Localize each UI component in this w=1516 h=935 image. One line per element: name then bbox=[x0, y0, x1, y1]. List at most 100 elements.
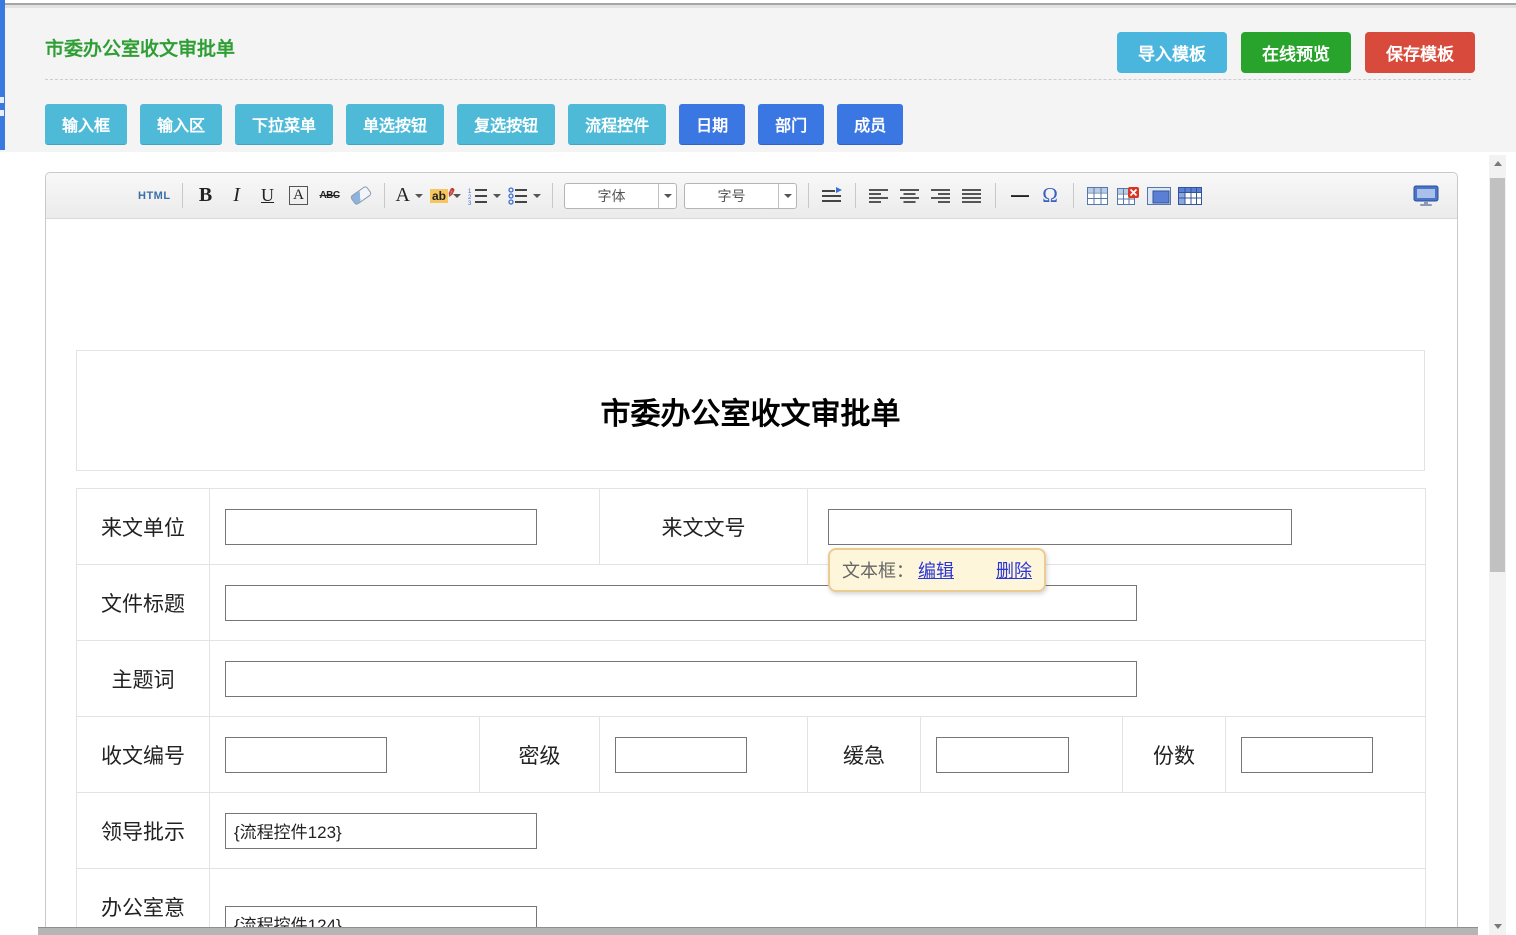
table-cell-icon bbox=[1147, 187, 1171, 205]
bottom-gray-bar bbox=[38, 927, 1478, 935]
table-grid-icon bbox=[1178, 187, 1202, 205]
add-input-box-button[interactable]: 输入框 bbox=[45, 104, 127, 145]
import-template-button[interactable]: 导入模板 bbox=[1117, 32, 1227, 73]
secrecy-input[interactable] bbox=[615, 737, 747, 773]
header-actions: 导入模板 在线预览 保存模板 bbox=[1117, 32, 1475, 73]
add-checkbox-button[interactable]: 复选按钮 bbox=[457, 104, 555, 145]
delete-table-button[interactable] bbox=[1116, 181, 1140, 211]
delete-field-link[interactable]: 删除 bbox=[996, 557, 1032, 583]
special-char-button[interactable]: Ω bbox=[1038, 181, 1062, 211]
online-preview-button[interactable]: 在线预览 bbox=[1241, 32, 1351, 73]
scrollbar-thumb[interactable] bbox=[1490, 178, 1505, 572]
left-edge-mark bbox=[0, 97, 4, 103]
insert-table-button[interactable] bbox=[1085, 181, 1109, 211]
label-urgency: 缓急 bbox=[808, 717, 921, 793]
unordered-list-icon bbox=[508, 187, 528, 205]
align-justify-button[interactable] bbox=[960, 181, 984, 211]
toolbar-separator bbox=[552, 183, 553, 208]
incoming-unit-input[interactable] bbox=[225, 509, 537, 545]
font-family-select[interactable]: 字体 bbox=[564, 183, 677, 209]
chevron-down-icon bbox=[784, 194, 792, 198]
table-cell-props-button[interactable] bbox=[1147, 181, 1171, 211]
add-member-button[interactable]: 成员 bbox=[837, 104, 903, 145]
editor-toolbar: HTML B I U A ABC A ab✎ 1 2 3 bbox=[46, 173, 1457, 219]
toolbar-separator bbox=[808, 183, 809, 208]
align-center-button[interactable] bbox=[898, 181, 922, 211]
table-row: 领导批示 bbox=[77, 793, 1426, 869]
label-secrecy: 密级 bbox=[480, 717, 600, 793]
scroll-down-button[interactable] bbox=[1489, 918, 1506, 935]
horizontal-rule-button[interactable]: — bbox=[1007, 181, 1031, 211]
label-doc-title: 文件标题 bbox=[77, 565, 210, 641]
table-icon bbox=[1087, 187, 1108, 205]
toolbar-separator bbox=[995, 183, 996, 208]
align-right-button[interactable] bbox=[929, 181, 953, 211]
document-title: 市委办公室收文审批单 bbox=[601, 389, 901, 433]
indent-button[interactable] bbox=[820, 181, 844, 211]
page-header: 市委办公室收文审批单 导入模板 在线预览 保存模板 输入框 输入区 下拉菜单 单… bbox=[0, 8, 1516, 152]
copies-input[interactable] bbox=[1241, 737, 1373, 773]
incoming-no-input[interactable] bbox=[828, 509, 1292, 545]
header-divider bbox=[45, 79, 1471, 80]
font-color-button[interactable]: A bbox=[396, 181, 423, 211]
editor-canvas[interactable]: 市委办公室收文审批单 来文单位 来文文号 文件标题 主题词 收文编 bbox=[46, 350, 1457, 935]
font-size-select[interactable]: 字号 bbox=[684, 183, 797, 209]
leader-note-input[interactable] bbox=[225, 813, 537, 849]
label-subject: 主题词 bbox=[77, 641, 210, 717]
ordered-list-icon: 1 2 3 bbox=[468, 187, 488, 205]
view-source-button[interactable]: HTML bbox=[138, 181, 171, 211]
save-template-button[interactable]: 保存模板 bbox=[1365, 32, 1475, 73]
receipt-no-input[interactable] bbox=[225, 737, 387, 773]
underline-button[interactable]: U bbox=[256, 181, 280, 211]
tooltip-label: 文本框： bbox=[842, 557, 914, 583]
vertical-scrollbar[interactable] bbox=[1489, 155, 1506, 935]
font-format-button[interactable]: A bbox=[287, 181, 311, 211]
table-row: 文件标题 bbox=[77, 565, 1426, 641]
remove-format-button[interactable] bbox=[349, 181, 373, 211]
arrow-down-icon bbox=[1494, 924, 1502, 929]
add-dropdown-button[interactable]: 下拉菜单 bbox=[235, 104, 333, 145]
align-center-icon bbox=[900, 188, 920, 204]
font-color-icon: A bbox=[396, 184, 410, 207]
toolbar-separator bbox=[1073, 183, 1074, 208]
add-flow-control-button[interactable]: 流程控件 bbox=[568, 104, 666, 145]
fullscreen-button[interactable] bbox=[1413, 181, 1439, 211]
rich-text-editor: HTML B I U A ABC A ab✎ 1 2 3 bbox=[45, 172, 1458, 935]
bold-button[interactable]: B bbox=[194, 181, 218, 211]
align-right-icon bbox=[931, 188, 951, 204]
indent-icon bbox=[822, 187, 842, 205]
field-tooltip: 文本框： 编辑 删除 bbox=[828, 548, 1046, 592]
eraser-icon bbox=[349, 185, 372, 205]
label-copies: 份数 bbox=[1123, 717, 1226, 793]
subject-input[interactable] bbox=[225, 661, 1137, 697]
toolbar-separator bbox=[384, 183, 385, 208]
svg-text:3: 3 bbox=[468, 201, 472, 205]
add-radio-button[interactable]: 单选按钮 bbox=[346, 104, 444, 145]
combo-arrow[interactable] bbox=[778, 184, 796, 208]
label-receipt-no: 收文编号 bbox=[77, 717, 210, 793]
delete-table-icon bbox=[1117, 187, 1139, 205]
highlight-color-button[interactable]: ab✎ bbox=[430, 181, 461, 211]
page-title: 市委办公室收文审批单 bbox=[45, 34, 235, 61]
chevron-down-icon bbox=[664, 194, 672, 198]
toolbar-separator bbox=[855, 183, 856, 208]
label-office-opinion: 办公室意见 bbox=[77, 869, 210, 935]
chevron-down-icon bbox=[415, 194, 423, 198]
strikethrough-button[interactable]: ABC bbox=[318, 181, 342, 211]
left-edge-mark bbox=[0, 110, 4, 116]
ordered-list-button[interactable]: 1 2 3 bbox=[468, 181, 501, 211]
scroll-up-button[interactable] bbox=[1489, 155, 1506, 172]
add-department-button[interactable]: 部门 bbox=[758, 104, 824, 145]
add-textarea-button[interactable]: 输入区 bbox=[140, 104, 222, 145]
edit-field-link[interactable]: 编辑 bbox=[918, 557, 954, 583]
table-props-button[interactable] bbox=[1178, 181, 1202, 211]
combo-arrow[interactable] bbox=[658, 184, 676, 208]
italic-button[interactable]: I bbox=[225, 181, 249, 211]
boxed-a-icon: A bbox=[289, 186, 308, 205]
add-date-button[interactable]: 日期 bbox=[679, 104, 745, 145]
urgency-input[interactable] bbox=[936, 737, 1069, 773]
left-edge-accent bbox=[0, 0, 5, 150]
align-left-button[interactable] bbox=[867, 181, 891, 211]
chevron-down-icon bbox=[533, 194, 541, 198]
unordered-list-button[interactable] bbox=[508, 181, 541, 211]
